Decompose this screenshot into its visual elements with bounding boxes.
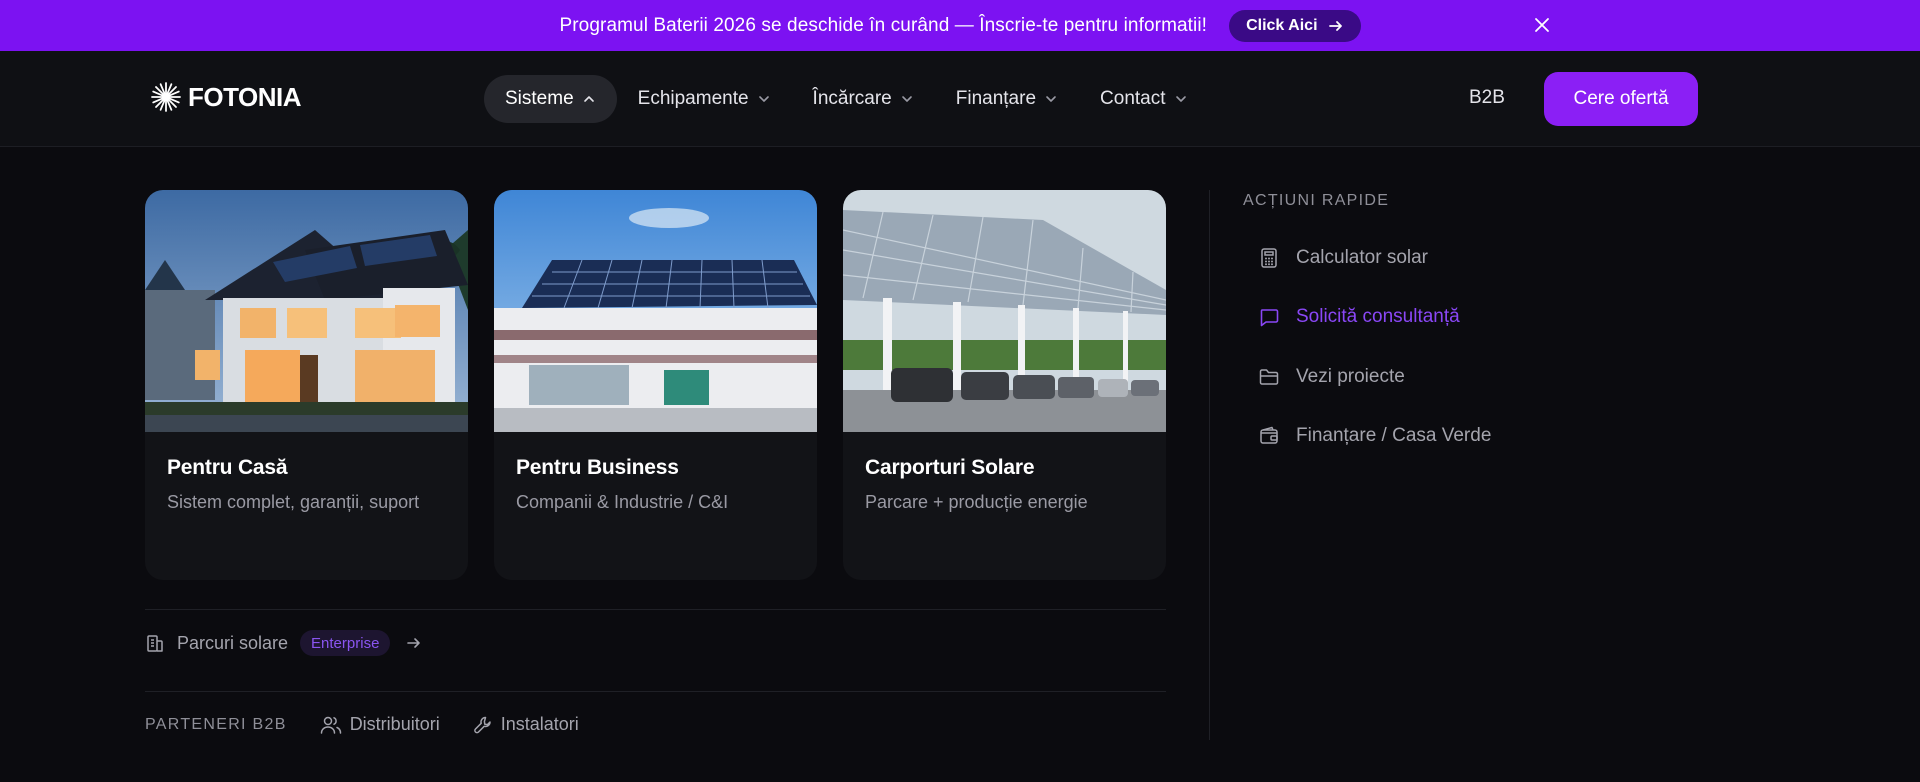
nav-contact[interactable]: Contact (1079, 75, 1208, 123)
card-title: Carporturi Solare (865, 456, 1035, 479)
building-icon (147, 635, 163, 652)
quick-action-finantare[interactable]: Finanțare / Casa Verde (1258, 425, 1491, 447)
close-icon[interactable] (1530, 13, 1554, 37)
enterprise-badge: Enterprise (300, 630, 391, 656)
chat-icon (1260, 309, 1279, 327)
nav-echipamente[interactable]: Echipamente (617, 75, 792, 123)
carport-photo (843, 190, 1166, 432)
card-subtitle: Sistem complet, garanții, suport (167, 492, 420, 512)
quick-action-calculator[interactable]: Calculator solar (1258, 247, 1428, 269)
partners-title: PARTENERI B2B (145, 715, 287, 733)
arrow-right-icon (1328, 20, 1342, 31)
quick-action-label: Vezi proiecte (1296, 366, 1405, 387)
request-offer-button[interactable]: Cere ofertă (1544, 72, 1698, 126)
nav-label: Contact (1100, 88, 1166, 109)
folder-icon (1259, 369, 1279, 385)
nav-sisteme[interactable]: Sisteme (484, 75, 617, 123)
quick-action-label: Solicită consultanță (1296, 306, 1460, 327)
parcuri-solare-link[interactable]: Parcuri solare Enterprise (145, 630, 422, 656)
house-photo (145, 190, 468, 432)
chevron-down-icon (758, 96, 769, 102)
divider (145, 609, 1166, 610)
logo-text: FOTONIA (188, 81, 302, 112)
chevron-up-icon (583, 96, 594, 102)
partner-link-label: Distribuitori (349, 714, 440, 734)
quick-action-proiecte[interactable]: Vezi proiecte (1258, 366, 1405, 388)
divider (145, 691, 1166, 692)
announcement-button[interactable]: Click Aici (1229, 9, 1361, 42)
sun-burst-icon (151, 82, 181, 112)
nav-label: Sisteme (505, 88, 574, 109)
main-nav: Sisteme Echipamente Încărcare Finanțare … (484, 75, 1209, 123)
logo[interactable]: FOTONIA (150, 81, 302, 113)
nav-label: Încărcare (812, 88, 892, 109)
b2b-link[interactable]: B2B (1469, 87, 1505, 109)
quick-actions-title: ACȚIUNI RAPIDE (1243, 192, 1390, 209)
partners-row: PARTENERI B2B Distribuitori Instalatori (145, 714, 579, 735)
chevron-down-icon (1175, 96, 1186, 102)
arrow-right-icon (407, 638, 421, 648)
quick-action-consultanta[interactable]: Solicită consultanță (1258, 306, 1460, 328)
users-icon (320, 716, 341, 734)
card-carporturi-solare[interactable]: Carporturi Solare Parcare + producție en… (843, 190, 1166, 580)
nav-finantare[interactable]: Finanțare (935, 75, 1079, 123)
business-building-photo (494, 190, 817, 432)
instalatori-link[interactable]: Instalatori (473, 714, 579, 735)
announcement-button-label: Click Aici (1246, 16, 1318, 34)
calculator-icon (1261, 248, 1277, 268)
card-pentru-casa[interactable]: Pentru Casă Sistem complet, garanții, su… (145, 190, 468, 580)
parcuri-solare-label: Parcuri solare (177, 632, 289, 653)
quick-action-label: Calculator solar (1296, 247, 1428, 268)
card-pentru-business[interactable]: Pentru Business Companii & Industrie / C… (494, 190, 817, 580)
wallet-icon (1260, 426, 1278, 444)
card-title: Pentru Casă (167, 456, 288, 479)
announcement-bar: Programul Baterii 2026 se deschide în cu… (0, 0, 1920, 51)
site-header: FOTONIA Sisteme Echipamente Încărcare Fi… (0, 51, 1920, 147)
card-subtitle: Parcare + producție energie (865, 492, 1088, 512)
nav-label: Finanțare (955, 88, 1037, 109)
card-subtitle: Companii & Industrie / C&I (516, 492, 729, 512)
distribuitori-link[interactable]: Distribuitori (320, 714, 440, 735)
nav-label: Echipamente (637, 88, 749, 109)
chevron-down-icon (901, 96, 912, 102)
vertical-divider (1209, 190, 1210, 740)
wrench-icon (473, 716, 491, 733)
card-title: Pentru Business (516, 456, 679, 479)
partner-link-label: Instalatori (500, 714, 579, 734)
chevron-down-icon (1046, 96, 1056, 102)
announcement-text: Programul Baterii 2026 se deschide în cu… (559, 14, 1208, 36)
nav-incarcare[interactable]: Încărcare (792, 75, 935, 123)
quick-action-label: Finanțare / Casa Verde (1296, 425, 1492, 446)
